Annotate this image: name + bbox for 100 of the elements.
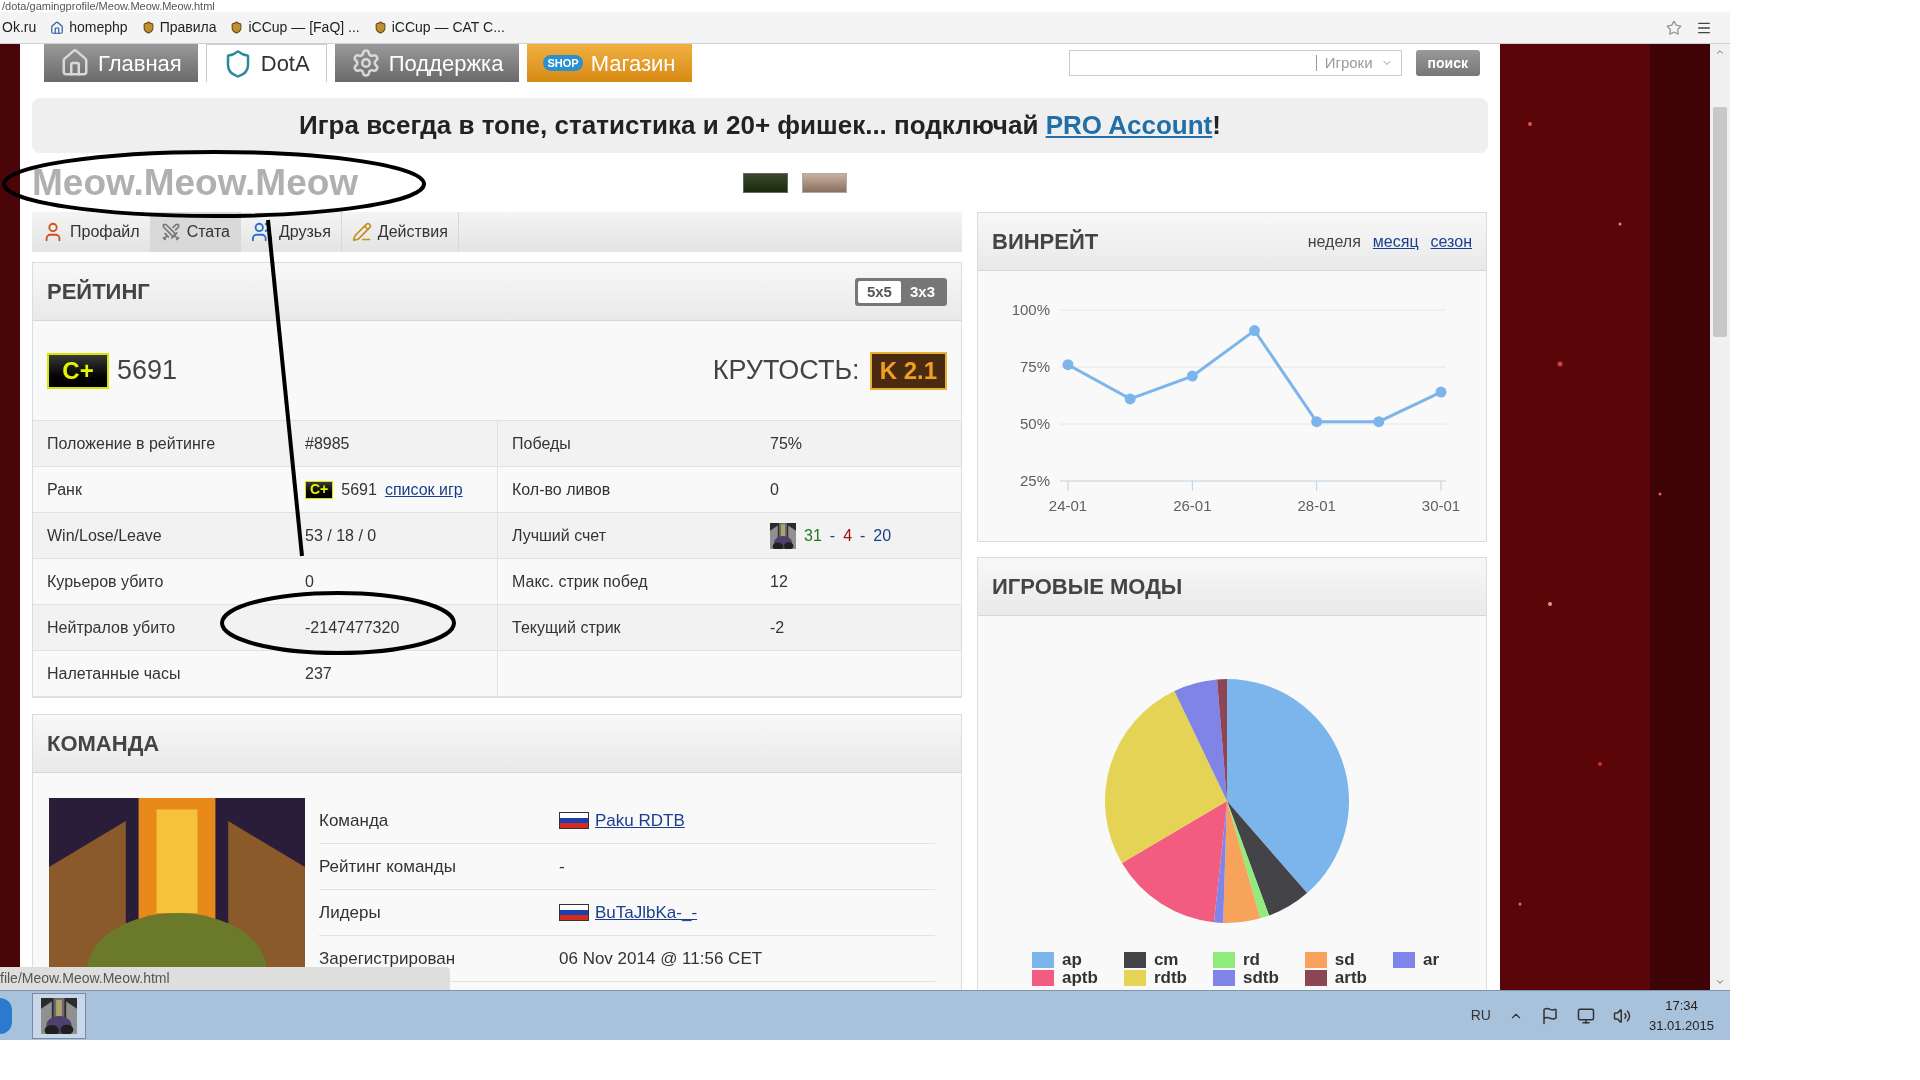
stat-value: 0 — [770, 479, 779, 500]
shop-badge: SHOP — [543, 54, 583, 72]
scroll-up-icon[interactable] — [1715, 47, 1725, 57]
legend-swatch — [1212, 970, 1235, 986]
bookmark[interactable]: Правила — [141, 17, 217, 38]
games-list-link[interactable]: список игр — [384, 477, 463, 502]
legend-label[interactable]: ap — [1062, 947, 1082, 973]
shield-icon — [141, 21, 155, 34]
volume-icon[interactable] — [1612, 1006, 1631, 1025]
x-tick-label: 28-01 — [1297, 497, 1336, 514]
team-label: Лидеры — [319, 901, 382, 924]
stat-label: Курьеров убито — [47, 571, 164, 592]
stat-value: -2 — [770, 617, 785, 638]
pro-account-link[interactable]: PRO Account — [1045, 110, 1213, 140]
stat-value: 237 — [305, 663, 332, 684]
profile-tab[interactable]: Друзья — [240, 212, 342, 252]
period-link[interactable]: сезон — [1430, 229, 1472, 254]
shield-icon — [230, 21, 244, 34]
address-url[interactable]: /dota/gamingprofile/Meow.Meow.Meow.html — [0, 0, 215, 12]
bookmark[interactable]: Ok.ru — [2, 17, 37, 38]
panel-title: ВИНРЕЙТ — [992, 228, 1099, 256]
status-url: file/Meow.Meow.Meow.html — [0, 969, 170, 988]
y-tick-label: 75% — [1019, 358, 1050, 375]
stat-label: Текущий стрик — [512, 617, 621, 638]
nav-tab[interactable]: Поддержка — [334, 44, 520, 82]
panel-title: ИГРОВЫЕ МОДЫ — [992, 573, 1183, 601]
team-link[interactable]: BuTaJlbKa-_- — [595, 899, 698, 926]
team-value: 06 Nov 2014 @ 11:56 CET — [559, 947, 763, 970]
period-link[interactable]: неделя — [1307, 229, 1361, 254]
taskbar-app[interactable] — [32, 992, 86, 1039]
scroll-down-icon[interactable] — [1715, 977, 1725, 987]
y-tick-label: 25% — [1019, 472, 1050, 489]
flag-icon[interactable] — [1540, 1006, 1559, 1025]
y-tick-label: 100% — [1011, 301, 1050, 318]
legend-swatch — [1032, 970, 1054, 986]
legend-label[interactable]: ar — [1422, 947, 1440, 973]
x-tick-label: 26-01 — [1173, 497, 1212, 514]
data-point — [1124, 393, 1136, 405]
data-point — [1249, 325, 1260, 336]
scroll-thumb[interactable] — [1713, 107, 1727, 337]
profile-tab[interactable]: Профайл — [32, 212, 151, 252]
star-icon[interactable] — [1666, 19, 1682, 36]
coolness-badge: K 2.1 — [869, 351, 947, 390]
x-tick-label: 30-01 — [1421, 497, 1461, 514]
legend-swatch — [1392, 952, 1415, 968]
legend-swatch — [1123, 970, 1146, 986]
start-button[interactable] — [0, 997, 12, 1034]
nav-tab[interactable]: SHOP Магазин — [527, 44, 692, 82]
profile-tab[interactable]: Действия — [341, 212, 459, 252]
assists-count: 20 — [873, 525, 892, 546]
game-icon[interactable] — [743, 172, 789, 193]
data-point — [1186, 370, 1198, 382]
search-button[interactable]: поиск — [1415, 50, 1480, 76]
period-link[interactable]: месяц — [1372, 229, 1419, 254]
mode-toggle[interactable]: 5x5 — [857, 280, 901, 303]
panel-title: РЕЙТИНГ — [47, 278, 150, 306]
team-label: Зарегистрирован — [319, 947, 457, 970]
stat-value: 53 / 18 / 0 — [305, 525, 377, 546]
kills-count: 31 — [804, 525, 822, 546]
data-point — [1311, 416, 1323, 428]
shield-icon — [373, 21, 387, 34]
team-label: Команда — [319, 809, 390, 832]
legend-swatch — [1123, 952, 1146, 968]
team-link[interactable]: Paku RDTB — [595, 807, 685, 834]
score-separator: - — [860, 525, 866, 546]
nav-tab[interactable]: DotA — [205, 44, 327, 82]
stat-value: 75% — [770, 433, 803, 454]
bookmark[interactable]: homephp — [50, 17, 128, 38]
stat-label: Нейтралов убито — [47, 617, 176, 638]
team-value: - — [559, 855, 565, 878]
scrollbar[interactable] — [1710, 44, 1730, 990]
rank-badge: C+ — [47, 352, 109, 389]
mode-toggle[interactable]: 3x3 — [900, 280, 944, 303]
data-point — [1435, 386, 1447, 398]
home-icon — [60, 48, 90, 78]
home-icon — [50, 20, 65, 35]
x-tick-label: 24-01 — [1048, 497, 1088, 514]
legend-swatch — [1304, 970, 1327, 986]
stat-label: Лучший счет — [512, 525, 607, 546]
stat-label: Налетанные часы — [47, 663, 181, 684]
team-label: Рейтинг команды — [319, 855, 457, 878]
stat-label: Win/Lose/Leave — [47, 525, 162, 546]
bookmark[interactable]: iCCup — [FaQ] ... — [230, 17, 360, 38]
clock-time[interactable]: 17:34 — [1665, 995, 1698, 1016]
rating-points: 5691 — [117, 354, 178, 388]
stat-value: #8985 — [305, 433, 350, 454]
stat-label: Кол-во ливов — [512, 479, 611, 500]
data-point — [1062, 359, 1074, 371]
legend-label[interactable]: rdtb — [1153, 965, 1187, 990]
rank-badge: C+ — [305, 480, 334, 499]
promo-text: Игра всегда в топе, статистика и 20+ фишек... подключай PRO Account! — [299, 109, 1221, 142]
nav-tab[interactable]: Главная — [44, 44, 198, 82]
stat-value: 5691 — [341, 479, 377, 500]
gear-icon — [350, 48, 381, 78]
bookmark[interactable]: iCCup — CAT C... — [373, 17, 505, 38]
legend-swatch — [1212, 952, 1235, 968]
language-indicator[interactable]: RU — [1470, 1005, 1491, 1026]
clock-date[interactable]: 31.01.2015 — [1648, 1015, 1714, 1036]
network-icon[interactable] — [1576, 1006, 1595, 1025]
coolness-label: КРУТОСТЬ: — [712, 354, 860, 388]
